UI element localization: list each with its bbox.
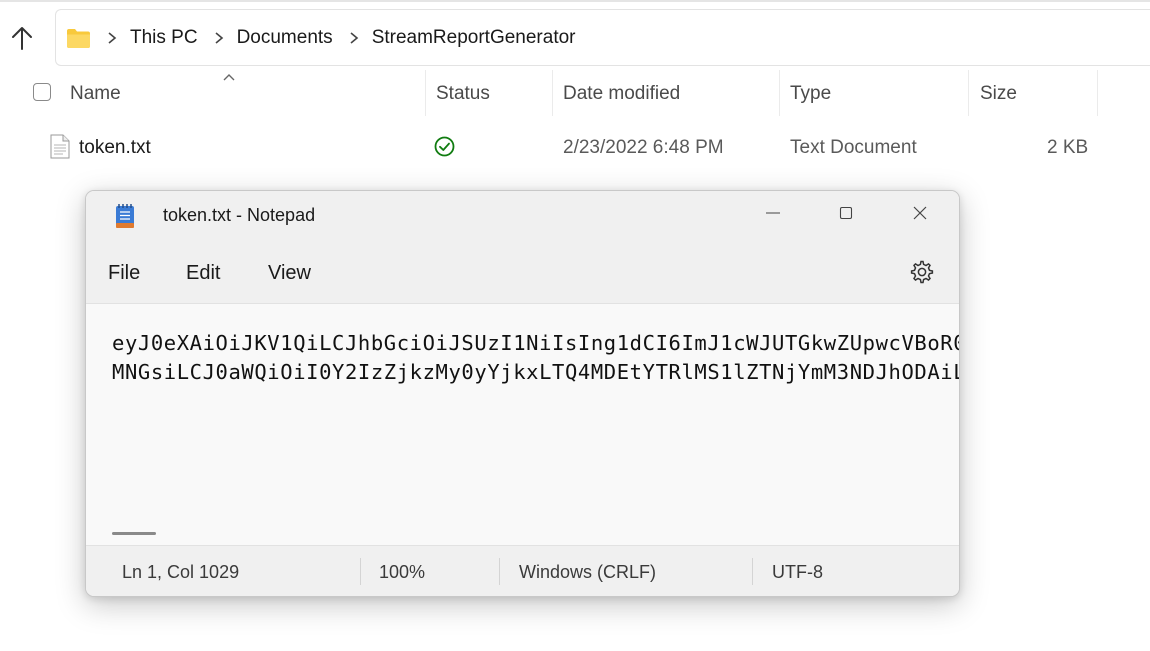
column-divider[interactable] [552,70,553,116]
select-all-checkbox[interactable] [33,83,51,101]
editor-line-2: MNGsiLCJ0aWQiOiI0Y2IzZjkzMy0yYjkxLTQ4MDE… [112,360,960,384]
column-divider[interactable] [1097,70,1098,116]
maximize-button[interactable] [824,201,868,229]
synced-check-icon [434,136,455,157]
column-header-date-modified[interactable]: Date modified [563,83,680,105]
file-size: 2 KB [1047,137,1089,158]
sort-ascending-icon [223,74,235,81]
chevron-right-icon [108,31,117,44]
horizontal-scrollbar[interactable] [112,532,156,535]
column-header-status[interactable]: Status [436,83,490,105]
notepad-window: token.txt - Notepad File Edit View eyJ0e… [85,190,960,597]
column-header-type[interactable]: Type [790,83,831,105]
breadcrumb-streamreportgenerator[interactable]: StreamReportGenerator [333,27,576,49]
notepad-app-icon [116,204,134,228]
file-date-modified: 2/23/2022 6:48 PM [563,137,724,158]
breadcrumb-this-pc[interactable]: This PC [91,27,198,49]
breadcrumb-label: StreamReportGenerator [371,26,576,48]
column-divider[interactable] [968,70,969,116]
column-header-row: Name Status Date modified Type Size [0,70,1150,118]
address-bar[interactable]: This PC Documents StreamReportGenerator [55,9,1150,66]
window-title: token.txt - Notepad [163,205,316,225]
status-divider [752,558,753,585]
gear-icon[interactable] [908,259,934,285]
folder-icon [67,28,90,48]
menu-view[interactable]: View [268,262,311,285]
minimize-button[interactable] [751,201,795,229]
zoom-level: 100% [379,562,426,582]
breadcrumb-label: Documents [236,26,333,48]
text-file-icon [50,134,70,159]
file-row-token-txt[interactable]: token.txt 2/23/2022 6:48 PM Text Documen… [0,124,1150,170]
up-arrow-icon[interactable] [8,24,36,52]
file-type: Text Document [790,137,917,158]
menu-file[interactable]: File [108,262,140,285]
menu-edit[interactable]: Edit [186,262,220,285]
menu-bar: File Edit View [86,241,959,304]
notepad-title-bar[interactable]: token.txt - Notepad [86,191,959,241]
column-divider[interactable] [425,70,426,116]
column-header-name[interactable]: Name [70,83,121,105]
text-editor[interactable]: eyJ0eXAiOiJKV1QiLCJhbGciOiJSUzI1NiIsIng1… [86,304,959,544]
chevron-right-icon [350,31,358,44]
breadcrumb-label: This PC [130,26,198,48]
close-button[interactable] [898,201,942,229]
column-divider[interactable] [779,70,780,116]
cursor-position: Ln 1, Col 1029 [122,562,240,582]
file-name[interactable]: token.txt [79,137,151,159]
status-divider [360,558,361,585]
editor-line-1: eyJ0eXAiOiJKV1QiLCJhbGciOiJSUzI1NiIsIng1… [112,331,960,355]
column-header-size[interactable]: Size [980,83,1017,105]
chevron-right-icon [215,31,223,44]
encoding: UTF-8 [772,562,823,582]
line-ending: Windows (CRLF) [519,562,657,582]
window-top-edge [0,0,1150,2]
status-divider [499,558,500,585]
breadcrumb-documents[interactable]: Documents [198,27,333,49]
status-bar: Ln 1, Col 1029 100% Windows (CRLF) UTF-8 [86,545,959,596]
